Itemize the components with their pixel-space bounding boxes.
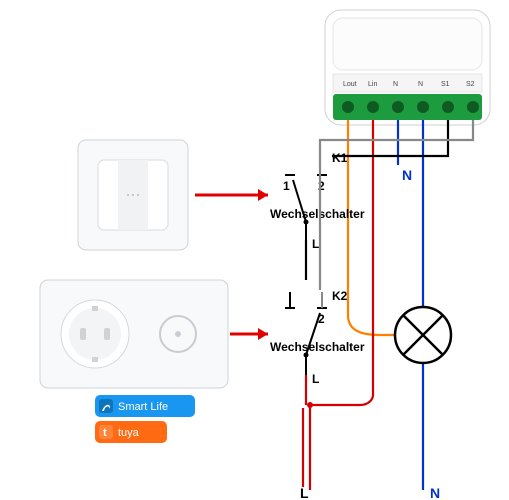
switch-k1-schematic: K1 1 2 Wechselschalter L xyxy=(270,151,365,251)
supply-N-label: N xyxy=(430,485,440,500)
relay-module: Lout Lin N N S1 S2 xyxy=(325,10,490,125)
brand-smartlife-badge: Smart Life xyxy=(95,395,195,417)
switch-k1-label: K1 xyxy=(332,151,348,165)
module-terminal-s2: S2 xyxy=(466,81,475,88)
module-terminal-s1: S1 xyxy=(441,81,450,88)
switch-k1-t1: 1 xyxy=(283,179,290,193)
module-terminal-n1: N xyxy=(393,81,398,88)
wires xyxy=(310,120,473,490)
arrow-to-k2 xyxy=(230,328,268,340)
brand-tuya-badge: t tuya xyxy=(95,421,167,443)
arrow-to-k1 xyxy=(195,189,268,201)
svg-text:t: t xyxy=(103,427,107,439)
module-terminal-lin: Lin xyxy=(368,81,377,88)
brand-smartlife-text: Smart Life xyxy=(118,401,168,413)
brand-tuya-text: tuya xyxy=(118,427,140,439)
switch-k2-caption: Wechselschalter xyxy=(270,340,365,354)
switch-k2-L: L xyxy=(312,372,319,386)
wall-switch-photo-2 xyxy=(40,280,228,388)
label-n-float: N xyxy=(402,167,412,183)
switch-k1-L: L xyxy=(312,237,319,251)
switch-k1-caption: Wechselschalter xyxy=(270,207,365,221)
module-terminal-n2: N xyxy=(418,81,423,88)
supply-L-label: L xyxy=(300,485,309,500)
switch-k2-label: K2 xyxy=(332,289,348,303)
switch-k2-schematic: K2 2 Wechselschalter L xyxy=(270,289,365,408)
module-terminal-lout: Lout xyxy=(343,81,357,88)
lamp-symbol xyxy=(395,307,451,363)
wall-switch-photo-1 xyxy=(78,140,188,250)
wire-lout-to-lamp xyxy=(348,120,395,335)
